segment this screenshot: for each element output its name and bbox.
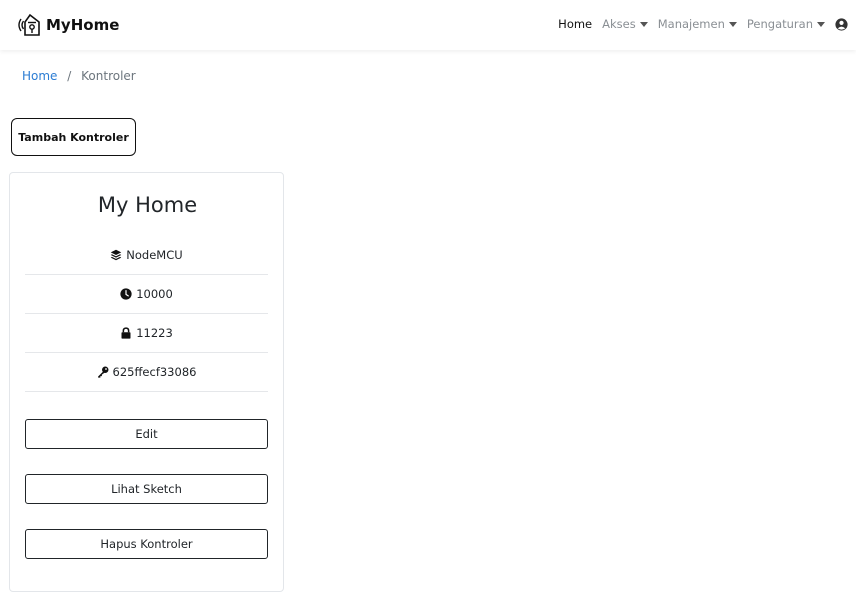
lock-icon [121, 327, 131, 339]
nav-home-label: Home [558, 17, 593, 31]
navbar: MyHome Home Akses Manajemen Pengaturan [0, 0, 856, 50]
pin-value: 11223 [136, 326, 173, 340]
add-controller-button[interactable]: Tambah Kontroler [11, 118, 136, 156]
edit-button[interactable]: Edit [25, 419, 268, 449]
layers-icon [111, 249, 122, 261]
nav-manajemen-label: Manajemen [657, 17, 725, 31]
caret-down-icon [817, 21, 825, 27]
brand-name: MyHome [46, 16, 120, 34]
info-interval: 10000 [25, 275, 268, 314]
view-sketch-button[interactable]: Lihat Sketch [25, 474, 268, 504]
nav-manajemen-dropdown[interactable]: Manajemen [658, 17, 737, 31]
board-value: NodeMCU [126, 248, 183, 262]
breadcrumb-current: Kontroler [81, 69, 136, 83]
nav-links: Home Akses Manajemen Pengaturan [548, 17, 848, 31]
controller-info-list: NodeMCU 10000 11223 625ffecf33086 [25, 236, 268, 392]
info-key: 625ffecf33086 [25, 353, 268, 392]
info-pin: 11223 [25, 314, 268, 353]
caret-down-icon [728, 21, 737, 27]
delete-controller-button[interactable]: Hapus Kontroler [25, 529, 268, 559]
clock-icon [120, 288, 132, 300]
brand-link[interactable]: MyHome [18, 13, 119, 37]
controller-card: My Home NodeMCU 10000 11223 625ffecf3308… [9, 172, 284, 592]
nav-pengaturan-label: Pengaturan [746, 17, 813, 31]
caret-down-icon [639, 21, 648, 27]
interval-value: 10000 [136, 287, 173, 301]
smart-home-icon [18, 13, 40, 36]
nav-pengaturan-dropdown[interactable]: Pengaturan [747, 17, 825, 31]
user-circle-icon[interactable] [835, 17, 848, 31]
key-value: 625ffecf33086 [112, 365, 197, 379]
nav-akses-label: Akses [602, 17, 636, 31]
breadcrumb-separator: / [67, 69, 72, 83]
breadcrumb-home-link[interactable]: Home [22, 69, 57, 83]
nav-home[interactable]: Home [558, 17, 592, 31]
nav-akses-dropdown[interactable]: Akses [602, 17, 648, 31]
info-board: NodeMCU [25, 236, 268, 275]
key-icon [97, 366, 109, 378]
breadcrumb: Home / Kontroler [22, 69, 136, 83]
controller-name: My Home [97, 193, 198, 217]
